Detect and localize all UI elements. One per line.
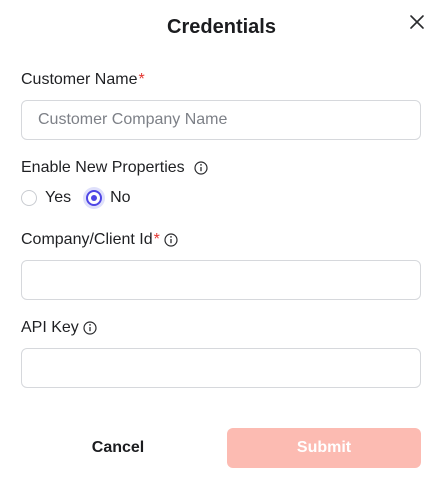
info-icon[interactable] — [194, 161, 208, 175]
radio-no-label[interactable]: No — [110, 189, 130, 207]
info-icon[interactable] — [164, 233, 178, 247]
customer-name-label-text: Customer Name — [21, 71, 138, 88]
info-icon[interactable] — [83, 321, 97, 335]
cancel-button[interactable]: Cancel — [21, 428, 215, 468]
api-key-label-text: API Key — [21, 319, 79, 336]
radio-no[interactable] — [86, 190, 103, 206]
enable-new-properties-radio-group: Yes No — [21, 189, 131, 207]
radio-option-yes[interactable]: Yes — [21, 189, 71, 207]
radio-option-no[interactable]: No — [86, 189, 131, 207]
company-client-id-label-text: Company/Client Id — [21, 231, 153, 248]
customer-name-input[interactable] — [21, 100, 421, 140]
close-icon[interactable] — [408, 13, 426, 31]
required-marker: * — [138, 71, 145, 88]
submit-button[interactable]: Submit — [227, 428, 421, 468]
dialog-title: Credentials — [167, 16, 276, 38]
enable-new-properties-label-text: Enable New Properties — [21, 159, 185, 176]
api-key-label: API Key — [21, 319, 97, 337]
company-client-id-label: Company/Client Id * — [21, 231, 178, 249]
api-key-input[interactable] — [21, 348, 421, 388]
required-marker: * — [153, 231, 160, 248]
customer-name-label: Customer Name * — [21, 71, 145, 89]
radio-yes-label[interactable]: Yes — [45, 189, 71, 207]
enable-new-properties-label: Enable New Properties — [21, 159, 208, 177]
company-client-id-input[interactable] — [21, 260, 421, 300]
radio-yes[interactable] — [21, 190, 37, 206]
